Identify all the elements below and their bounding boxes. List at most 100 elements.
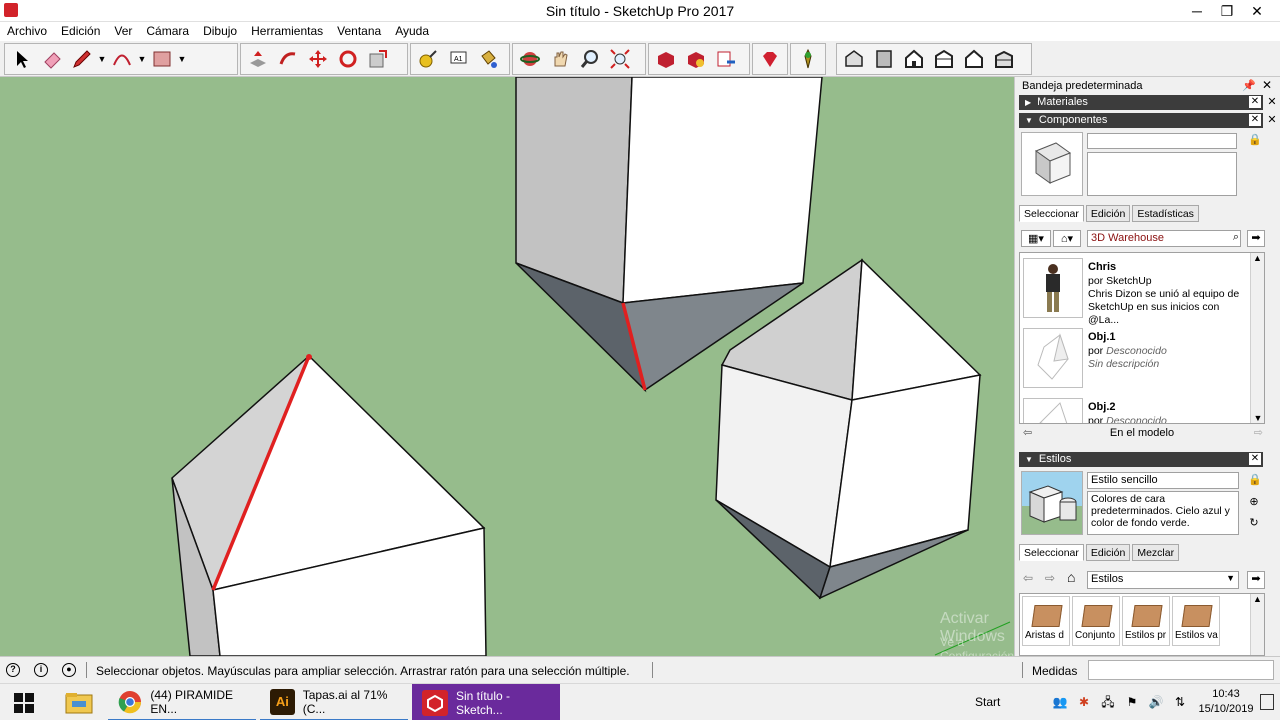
- materials-close-icon[interactable]: ✕: [1249, 96, 1261, 108]
- create-style-icon[interactable]: ⊕: [1248, 497, 1260, 509]
- move-tool-icon[interactable]: [303, 45, 333, 73]
- scale-tool-icon[interactable]: [363, 45, 393, 73]
- menu-dibujo[interactable]: Dibujo: [196, 22, 244, 41]
- materials-side-close-icon[interactable]: ✕: [1266, 97, 1278, 109]
- rectangle-tool-icon[interactable]: [147, 45, 177, 73]
- app-status-icon[interactable]: ✱: [1076, 694, 1092, 710]
- volume-icon[interactable]: 🔊: [1148, 694, 1164, 710]
- tab-edicion[interactable]: Edición: [1085, 205, 1131, 222]
- add-location-icon[interactable]: [793, 45, 823, 73]
- clock[interactable]: 10:43 15/10/2019: [1196, 687, 1256, 717]
- zoom-tool-icon[interactable]: [575, 45, 605, 73]
- back-view-icon[interactable]: [959, 45, 989, 73]
- ruby-console-icon[interactable]: [755, 45, 785, 73]
- component-description-field[interactable]: [1087, 152, 1237, 196]
- menu-camara[interactable]: Cámara: [139, 22, 196, 41]
- styles-home-icon[interactable]: ⌂: [1067, 569, 1075, 585]
- drawing-viewport[interactable]: Activar Windows Ve a Configuración de PC…: [0, 77, 1014, 656]
- people-icon[interactable]: 👥: [1052, 694, 1068, 710]
- list-item[interactable]: Obj.2 por Desconocido: [1020, 395, 1250, 423]
- style-folder-estilos-pr[interactable]: Estilos pr: [1122, 596, 1170, 646]
- styles-forward-icon[interactable]: ⇨: [1045, 571, 1055, 585]
- rectangle-dropdown-icon[interactable]: ▼: [177, 45, 187, 73]
- scroll-up-icon[interactable]: ▲: [1251, 253, 1264, 263]
- right-view-icon[interactable]: [929, 45, 959, 73]
- geolocation-icon[interactable]: ?: [6, 663, 20, 677]
- components-search-input[interactable]: 3D Warehouse: [1087, 230, 1241, 247]
- orbit-tool-icon[interactable]: [515, 45, 545, 73]
- view-options-icon[interactable]: ▦▾: [1021, 230, 1051, 247]
- measurements-input[interactable]: [1088, 660, 1274, 680]
- sync-icon[interactable]: ⇅: [1172, 694, 1188, 710]
- search-icon[interactable]: ⌕: [1228, 230, 1244, 247]
- list-item[interactable]: Chris por SketchUp Chris Dizon se unió a…: [1020, 255, 1250, 326]
- pencil-tool-icon[interactable]: [67, 45, 97, 73]
- styles-close-icon[interactable]: ✕: [1249, 453, 1261, 465]
- text-tool-icon[interactable]: A1: [443, 45, 473, 73]
- rotate-tool-icon[interactable]: [333, 45, 363, 73]
- tab-edicion[interactable]: Edición: [1085, 544, 1131, 561]
- components-list[interactable]: Chris por SketchUp Chris Dizon se unió a…: [1019, 252, 1265, 424]
- home-nav-icon[interactable]: ⌂▾: [1053, 230, 1081, 247]
- left-view-icon[interactable]: [989, 45, 1019, 73]
- push-pull-tool-icon[interactable]: [243, 45, 273, 73]
- top-view-icon[interactable]: [869, 45, 899, 73]
- style-folder-conjunto[interactable]: Conjunto: [1072, 596, 1120, 646]
- front-view-icon[interactable]: [899, 45, 929, 73]
- iso-view-icon[interactable]: [839, 45, 869, 73]
- solid-bottom-left[interactable]: [171, 354, 487, 656]
- scroll-up-icon[interactable]: ▲: [1251, 594, 1264, 604]
- minimize-button[interactable]: ─: [1182, 0, 1212, 22]
- style-name-field[interactable]: Estilo sencillo: [1087, 472, 1239, 489]
- details-arrow-icon[interactable]: ➡: [1247, 230, 1265, 247]
- 3d-warehouse-icon[interactable]: [651, 45, 681, 73]
- close-button[interactable]: ✕: [1242, 0, 1272, 22]
- scroll-down-icon[interactable]: ▼: [1251, 413, 1264, 423]
- maximize-button[interactable]: ❐: [1212, 0, 1242, 22]
- eraser-tool-icon[interactable]: [37, 45, 67, 73]
- styles-details-arrow-icon[interactable]: ➡: [1247, 571, 1265, 589]
- task-sketchup[interactable]: Sin título - Sketch...: [412, 684, 560, 720]
- menu-ventana[interactable]: Ventana: [330, 22, 388, 41]
- forward-arrow-icon[interactable]: ⇨: [1254, 426, 1263, 439]
- arc-tool-icon[interactable]: [107, 45, 137, 73]
- flag-icon[interactable]: ⚑: [1124, 694, 1140, 710]
- style-folder-estilos-va[interactable]: Estilos va: [1172, 596, 1220, 646]
- arc-dropdown-icon[interactable]: ▼: [137, 45, 147, 73]
- styles-grid[interactable]: Aristas d Conjunto Estilos pr Estilos va…: [1019, 593, 1265, 656]
- styles-back-icon[interactable]: ⇦: [1023, 571, 1033, 585]
- select-tool-icon[interactable]: [7, 45, 37, 73]
- menu-archivo[interactable]: Archivo: [0, 22, 54, 41]
- tray-close-icon[interactable]: ✕: [1262, 78, 1272, 92]
- pan-tool-icon[interactable]: [545, 45, 575, 73]
- style-folder-aristas[interactable]: Aristas d: [1022, 596, 1070, 646]
- style-lock-icon[interactable]: 🔒: [1248, 475, 1262, 487]
- materials-panel-header[interactable]: ▶ Materiales ✕: [1019, 95, 1263, 110]
- menu-herramientas[interactable]: Herramientas: [244, 22, 330, 41]
- components-close-icon[interactable]: ✕: [1249, 114, 1261, 126]
- send-to-layout-icon[interactable]: [711, 45, 741, 73]
- zoom-extents-tool-icon[interactable]: [605, 45, 635, 73]
- file-explorer-icon[interactable]: [52, 684, 106, 720]
- tab-estadisticas[interactable]: Estadísticas: [1132, 205, 1199, 222]
- start-label[interactable]: Start: [975, 695, 1000, 709]
- in-model-label[interactable]: En el modelo: [1019, 427, 1265, 439]
- components-scrollbar[interactable]: ▲ ▼: [1250, 253, 1264, 423]
- user-icon[interactable]: ●: [62, 663, 76, 677]
- tab-mezclar[interactable]: Mezclar: [1132, 544, 1180, 561]
- credits-icon[interactable]: i: [34, 663, 48, 677]
- model-canvas[interactable]: [0, 77, 1014, 656]
- paint-bucket-tool-icon[interactable]: [473, 45, 503, 73]
- extension-warehouse-icon[interactable]: [681, 45, 711, 73]
- network-icon[interactable]: 🖧: [1100, 694, 1116, 710]
- list-item[interactable]: Obj.1 por Desconocido Sin descripción: [1020, 325, 1250, 391]
- task-chrome[interactable]: (44) PIRAMIDE EN...: [108, 684, 256, 720]
- component-detail-icon[interactable]: 🔒: [1248, 135, 1262, 147]
- tab-seleccionar[interactable]: Seleccionar: [1019, 544, 1084, 561]
- follow-me-tool-icon[interactable]: [273, 45, 303, 73]
- menu-edicion[interactable]: Edición: [54, 22, 107, 41]
- menu-ver[interactable]: Ver: [107, 22, 139, 41]
- menu-ayuda[interactable]: Ayuda: [388, 22, 436, 41]
- styles-panel-header[interactable]: ▼ Estilos ✕: [1019, 452, 1263, 467]
- task-illustrator[interactable]: Ai Tapas.ai al 71% (C...: [260, 684, 408, 720]
